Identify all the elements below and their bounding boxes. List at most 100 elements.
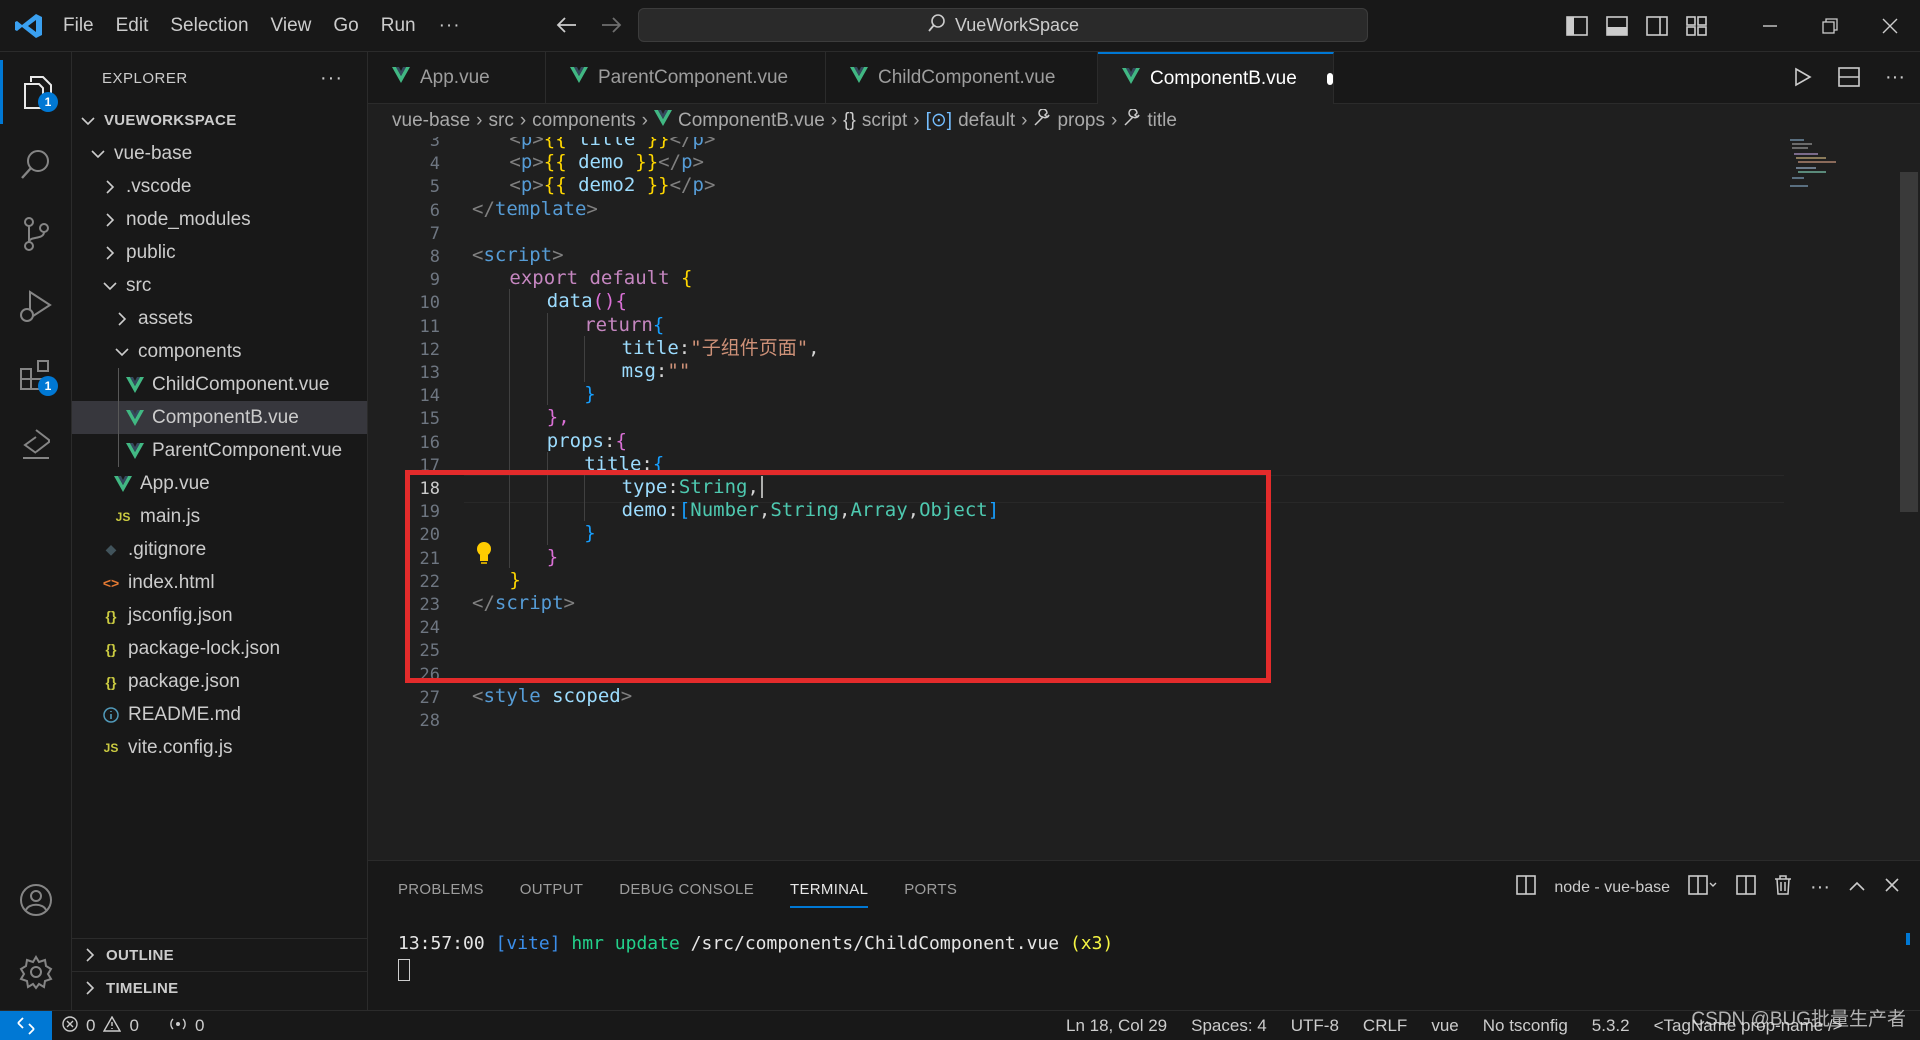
breadcrumb-script[interactable]: script	[862, 110, 907, 132]
code-editor[interactable]: 3 <p>{{ title }}</p> 4 <p>{{ demo }}</p> 5 <p…	[368, 137, 1920, 860]
explorer-activity-icon[interactable]: 1	[0, 60, 72, 124]
command-center-search[interactable]: VueWorkSpace	[638, 8, 1368, 42]
search-activity-icon[interactable]	[0, 132, 72, 196]
trash-icon[interactable]	[1774, 875, 1792, 900]
typescript-version[interactable]: 5.3.2	[1592, 1016, 1630, 1036]
tree-item-componentb-vue[interactable]: ComponentB.vue	[72, 401, 367, 434]
indentation[interactable]: Spaces: 4	[1191, 1016, 1267, 1036]
lightbulb-icon[interactable]	[474, 540, 494, 566]
breadcrumb-file[interactable]: ComponentB.vue	[678, 110, 825, 132]
warnings-icon[interactable]	[103, 1015, 122, 1037]
menu-go[interactable]: Go	[322, 0, 369, 52]
tab-problems[interactable]: PROBLEMS	[398, 881, 484, 898]
language-mode[interactable]: vue	[1431, 1016, 1458, 1036]
restore-icon[interactable]	[1800, 0, 1860, 52]
menu-more-icon[interactable]: ···	[427, 15, 473, 37]
workspace-root[interactable]: VUEWORKSPACE	[72, 104, 367, 137]
breadcrumb-default[interactable]: default	[958, 110, 1015, 132]
tree-item-jsconfig-json[interactable]: {} jsconfig.json	[72, 599, 367, 632]
ports-count[interactable]: 0	[195, 1016, 204, 1036]
split-editor-icon[interactable]	[1834, 62, 1864, 92]
menu-run[interactable]: Run	[370, 0, 427, 52]
run-code-icon[interactable]	[1788, 62, 1818, 92]
back-arrow-icon[interactable]	[552, 10, 582, 40]
tab-ports[interactable]: PORTS	[904, 881, 957, 898]
tree-item-assets[interactable]: assets	[72, 302, 367, 335]
outline-section[interactable]: OUTLINE	[72, 938, 368, 971]
tree-item-vite-config-js[interactable]: JS vite.config.js	[72, 731, 367, 764]
tree-item-vue-base[interactable]: vue-base	[72, 137, 367, 170]
close-panel-icon[interactable]	[1884, 877, 1900, 898]
warnings-count[interactable]: 0	[129, 1016, 138, 1036]
remote-explorer-activity-icon[interactable]	[0, 412, 72, 476]
menu-selection[interactable]: Selection	[159, 0, 259, 52]
tsconfig-status[interactable]: No tsconfig	[1483, 1016, 1568, 1036]
tab-debug-console[interactable]: DEBUG CONSOLE	[619, 881, 754, 898]
errors-icon[interactable]	[62, 1015, 78, 1037]
remote-indicator-icon[interactable]	[0, 1011, 52, 1040]
code-token: title	[621, 336, 679, 359]
maximize-panel-icon[interactable]	[1848, 879, 1866, 897]
forward-arrow-icon[interactable]	[596, 10, 626, 40]
tab-childcomponent-vue[interactable]: ChildComponent.vue	[826, 52, 1098, 104]
tree-item-package-json[interactable]: {} package.json	[72, 665, 367, 698]
tree-item-main-js[interactable]: JS main.js	[72, 500, 367, 533]
tab-parentcomponent-vue[interactable]: ParentComponent.vue	[546, 52, 826, 104]
extensions-activity-icon[interactable]: 1	[0, 344, 72, 408]
split-terminal-icon[interactable]	[1736, 875, 1756, 900]
tree-item-readme-md[interactable]: README.md	[72, 698, 367, 731]
tree-item-vscode[interactable]: .vscode	[72, 170, 367, 203]
settings-gear-icon[interactable]	[0, 940, 72, 1004]
toggle-panel-icon[interactable]	[1602, 12, 1632, 40]
source-control-activity-icon[interactable]	[0, 202, 72, 266]
close-icon[interactable]	[1860, 0, 1920, 52]
tree-item-package-lock-json[interactable]: {} package-lock.json	[72, 632, 367, 665]
customize-layout-icon[interactable]	[1682, 12, 1712, 40]
breadcrumb-vue-base[interactable]: vue-base	[392, 110, 470, 132]
tree-item-node-modules[interactable]: node_modules	[72, 203, 367, 236]
line-number: 19	[419, 502, 440, 523]
breadcrumb-components[interactable]: components	[532, 110, 636, 132]
tree-item-parentcomponent-vue[interactable]: ParentComponent.vue	[72, 434, 367, 467]
ports-icon[interactable]	[169, 1016, 187, 1037]
toggle-primary-sidebar-icon[interactable]	[1562, 12, 1592, 40]
more-actions-icon[interactable]: ···	[1880, 62, 1910, 92]
minimap[interactable]	[1784, 137, 1852, 860]
tree-item-app-vue[interactable]: App.vue	[72, 467, 367, 500]
tree-item-index-html[interactable]: <> index.html	[72, 566, 367, 599]
unsaved-dot-icon[interactable]	[1326, 73, 1333, 85]
minimize-icon[interactable]	[1740, 0, 1800, 52]
encoding[interactable]: UTF-8	[1291, 1016, 1339, 1036]
tab-app-vue[interactable]: App.vue	[368, 52, 546, 104]
chevron-right-icon	[80, 948, 100, 962]
tree-item-src[interactable]: src	[72, 269, 367, 302]
errors-count[interactable]: 0	[86, 1016, 95, 1036]
tree-item-childcomponent-vue[interactable]: ChildComponent.vue	[72, 368, 367, 401]
editor-scrollbar[interactable]	[1900, 172, 1918, 512]
menu-edit[interactable]: Edit	[105, 0, 160, 52]
breadcrumb-src[interactable]: src	[489, 110, 514, 132]
tree-item-public[interactable]: public	[72, 236, 367, 269]
panel-more-icon[interactable]: ···	[1810, 876, 1830, 899]
explorer-more-icon[interactable]: ···	[320, 67, 343, 90]
terminal-cursor[interactable]	[398, 959, 410, 981]
cursor-position[interactable]: Ln 18, Col 29	[1066, 1016, 1167, 1036]
new-terminal-split-icon[interactable]	[1688, 875, 1718, 900]
breadcrumb-props[interactable]: props	[1057, 110, 1105, 132]
code-token: >	[620, 684, 633, 707]
timeline-section[interactable]: TIMELINE	[72, 971, 368, 1004]
tab-terminal[interactable]: TERMINAL	[790, 881, 869, 908]
tab-output[interactable]: OUTPUT	[520, 881, 583, 898]
tree-item-components[interactable]: components	[72, 335, 367, 368]
run-debug-activity-icon[interactable]	[0, 274, 72, 338]
breadcrumb-title[interactable]: title	[1147, 110, 1177, 132]
tab-componentb-vue[interactable]: ComponentB.vue	[1098, 52, 1334, 104]
terminal-name[interactable]: node - vue-base	[1554, 879, 1670, 897]
toggle-secondary-sidebar-icon[interactable]	[1642, 12, 1672, 40]
tree-item-gitignore[interactable]: ◆ .gitignore	[72, 533, 367, 566]
account-icon[interactable]	[0, 868, 72, 932]
line-ending[interactable]: CRLF	[1363, 1016, 1407, 1036]
menu-view[interactable]: View	[260, 0, 323, 52]
menu-file[interactable]: File	[52, 0, 105, 52]
